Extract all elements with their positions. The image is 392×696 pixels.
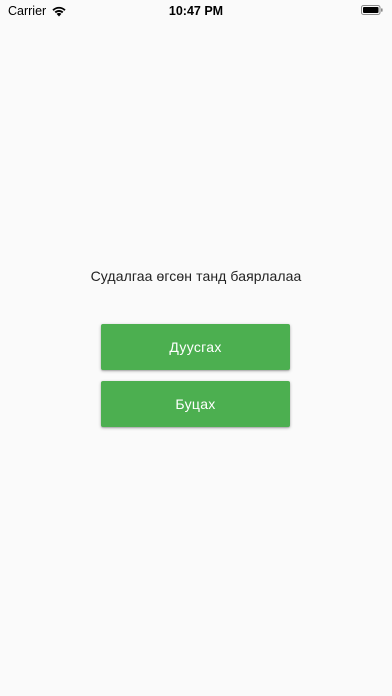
thank-you-message: Судалгаа өгсөн танд баярлалаа — [90, 268, 302, 284]
back-button[interactable]: Буцах — [101, 381, 290, 427]
status-time: 10:47 PM — [168, 4, 224, 18]
status-bar: Carrier 10:47 PM — [0, 0, 392, 22]
screen: Carrier 10:47 PM Судалгаа өгсөн танд бая… — [0, 0, 392, 696]
battery-icon — [361, 5, 383, 15]
finish-button[interactable]: Дуусгах — [101, 324, 290, 370]
finish-button-label: Дуусгах — [169, 339, 222, 355]
back-button-label: Буцах — [175, 396, 216, 412]
